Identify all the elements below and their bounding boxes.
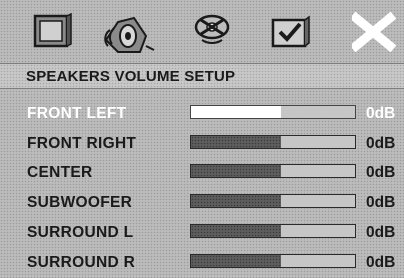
volume-level-bar[interactable] (190, 164, 356, 178)
volume-level-fill (191, 106, 282, 118)
volume-value: 0dB (366, 254, 396, 271)
monitor-icon[interactable] (32, 10, 74, 52)
speaker-label: SURROUND L (27, 224, 134, 241)
volume-level-bar[interactable] (190, 254, 356, 268)
volume-level-fill (191, 255, 282, 267)
volume-value: 0dB (366, 164, 396, 181)
title-bar: SPEAKERS VOLUME SETUP (0, 63, 404, 89)
volume-level-fill (191, 195, 282, 207)
volume-level-bar[interactable] (190, 105, 356, 119)
volume-level-bar[interactable] (190, 224, 356, 238)
speaker-label: FRONT RIGHT (27, 135, 137, 152)
volume-value: 0dB (366, 224, 396, 241)
speaker-row[interactable]: CENTER 0dB (0, 162, 404, 186)
speaker-label: CENTER (27, 164, 93, 181)
disc-icon[interactable] (192, 10, 232, 52)
volume-level-fill (191, 136, 282, 148)
close-icon[interactable] (352, 10, 396, 52)
volume-level-fill (191, 225, 282, 237)
speaker-label: FRONT LEFT (27, 105, 127, 122)
setup-menu-icon-bar (0, 0, 404, 64)
speaker-label: SUBWOOFER (27, 194, 133, 211)
volume-value: 0dB (366, 105, 396, 122)
page-title: SPEAKERS VOLUME SETUP (26, 68, 236, 85)
speaker-row[interactable]: FRONT RIGHT 0dB (0, 133, 404, 157)
volume-value: 0dB (366, 194, 396, 211)
speaker-icon[interactable] (100, 10, 160, 53)
speaker-row[interactable]: SURROUND R 0dB (0, 252, 404, 276)
speaker-row[interactable]: SURROUND L 0dB (0, 222, 404, 246)
volume-level-bar[interactable] (190, 135, 356, 149)
speaker-row[interactable]: SUBWOOFER 0dB (0, 192, 404, 216)
volume-value: 0dB (366, 135, 396, 152)
speaker-row[interactable]: FRONT LEFT 0dB (0, 103, 404, 127)
checkmark-icon[interactable] (270, 10, 314, 52)
volume-level-fill (191, 165, 282, 177)
volume-level-bar[interactable] (190, 194, 356, 208)
speaker-label: SURROUND R (27, 254, 136, 271)
